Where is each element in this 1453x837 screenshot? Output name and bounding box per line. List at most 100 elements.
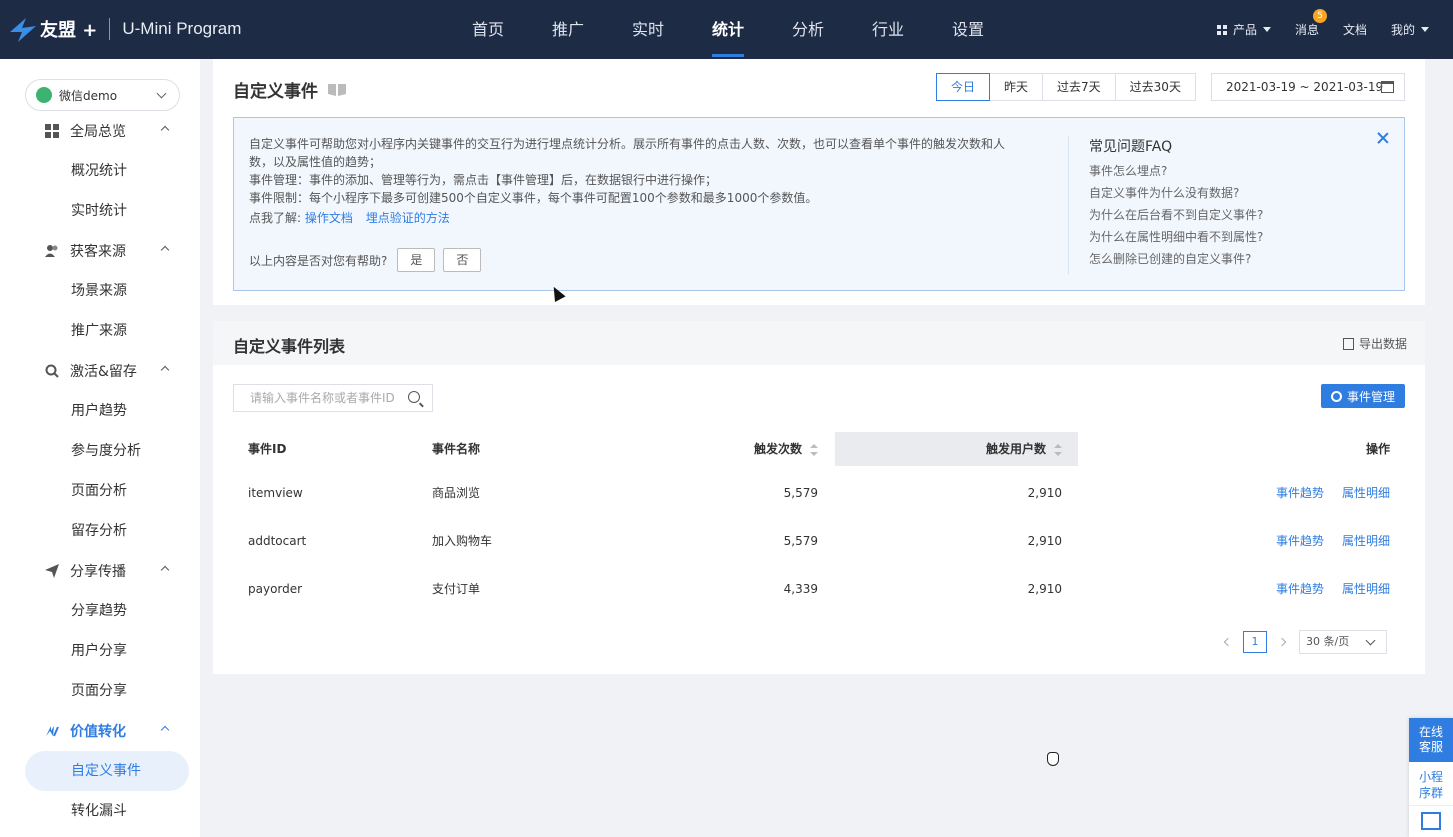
page-size-value: 30 条/页 — [1306, 635, 1350, 648]
messages-link[interactable]: 消息 5 — [1295, 9, 1327, 38]
sidebar-item-promo-source[interactable]: 推广来源 — [25, 311, 189, 351]
event-management-button[interactable]: 事件管理 — [1321, 384, 1405, 408]
event-trend-link[interactable]: 事件趋势 — [1276, 534, 1324, 548]
grid-icon — [1216, 24, 1227, 35]
column-trigger-count[interactable]: 触发次数 — [754, 432, 818, 466]
verification-method-link[interactable]: 埋点验证的方法 — [366, 211, 450, 225]
brand-name: 友盟 + — [40, 20, 98, 41]
sidebar-group-label: 分享传播 — [70, 564, 126, 580]
info-line-1: 自定义事件可帮助您对小程序内关键事件的交互行为进行埋点统计分析。展示所有事件的点… — [249, 137, 1006, 169]
row-actions: 事件趋势 属性明细 — [1258, 572, 1390, 606]
column-trigger-users-label: 触发用户数 — [985, 442, 1046, 456]
sidebar-item-page-analysis[interactable]: 页面分析 — [25, 471, 189, 511]
row-actions: 事件趋势 属性明细 — [1258, 524, 1390, 558]
chevron-left-icon[interactable] — [1223, 637, 1233, 647]
close-icon[interactable] — [1376, 131, 1390, 145]
sidebar-group-retention[interactable]: 激活&留存 — [45, 351, 185, 391]
nav-industry[interactable]: 行业 — [848, 0, 928, 59]
date-range-tabs: 今日 昨天 过去7天 过去30天 — [936, 73, 1196, 101]
event-trend-link[interactable]: 事件趋势 — [1276, 582, 1324, 596]
refresh-search-icon — [45, 364, 59, 378]
brand-logo[interactable]: 友盟 + U-Mini Program — [8, 12, 241, 46]
tab-last-30-days[interactable]: 过去30天 — [1114, 73, 1196, 101]
sort-icon[interactable] — [810, 443, 818, 456]
faq-question[interactable]: 自定义事件为什么没有数据? — [1089, 182, 1263, 204]
event-search-input[interactable]: 请输入事件名称或者事件ID — [233, 384, 433, 412]
user-menu[interactable]: 我的 — [1391, 21, 1429, 38]
page-number[interactable]: 1 — [1243, 631, 1267, 653]
no-button[interactable]: 否 — [443, 248, 482, 272]
chevron-right-icon[interactable] — [1277, 637, 1287, 647]
date-range-picker[interactable]: 2021-03-19 ~ 2021-03-19 — [1211, 73, 1405, 101]
column-trigger-count-label: 触发次数 — [753, 442, 802, 456]
faq-section: 常见问题FAQ 事件怎么埋点? 自定义事件为什么没有数据? 为什么在后台看不到自… — [1089, 136, 1263, 270]
table-header: 事件ID 事件名称 触发次数 触发用户数 操作 — [233, 432, 1405, 466]
nav-analysis[interactable]: 分析 — [768, 0, 848, 59]
sidebar-group-label: 价值转化 — [70, 724, 126, 740]
page-size-select[interactable]: 30 条/页 — [1299, 630, 1387, 654]
faq-question[interactable]: 为什么在属性明细中看不到属性? — [1089, 226, 1263, 248]
tab-yesterday[interactable]: 昨天 — [989, 73, 1044, 101]
info-description: 自定义事件可帮助您对小程序内关键事件的交互行为进行埋点统计分析。展示所有事件的点… — [249, 135, 1019, 227]
event-id: itemview — [248, 486, 303, 500]
info-box: 自定义事件可帮助您对小程序内关键事件的交互行为进行埋点统计分析。展示所有事件的点… — [233, 117, 1405, 291]
mini-program-group-button[interactable]: 小程 序群 — [1409, 762, 1453, 806]
sidebar-item-user-share[interactable]: 用户分享 — [25, 631, 189, 671]
operation-doc-link[interactable]: 操作文档 — [305, 211, 353, 225]
table-row: addtocart 加入购物车 5,579 2,910 事件趋势 属性明细 — [233, 524, 1405, 558]
docs-label: 文档 — [1342, 23, 1367, 37]
nav-home[interactable]: 首页 — [448, 0, 528, 59]
online-service-label-2: 客服 — [1418, 740, 1443, 754]
feedback-edit-icon[interactable] — [1421, 812, 1441, 830]
column-trigger-users[interactable]: 触发用户数 — [835, 432, 1078, 466]
property-detail-link[interactable]: 属性明细 — [1342, 486, 1390, 500]
sidebar-item-custom-events[interactable]: 自定义事件 — [25, 751, 189, 791]
trigger-users: 2,910 — [1027, 486, 1062, 500]
nav-realtime[interactable]: 实时 — [608, 0, 688, 59]
sidebar-item-engagement[interactable]: 参与度分析 — [25, 431, 189, 471]
event-management-label: 事件管理 — [1346, 389, 1395, 404]
online-service-label-1: 在线 — [1418, 725, 1443, 739]
sidebar-item-realtime-stats[interactable]: 实时统计 — [25, 191, 189, 231]
export-data-button[interactable]: 导出数据 — [1342, 335, 1407, 352]
sidebar-group-sharing[interactable]: 分享传播 — [45, 551, 185, 591]
sidebar-item-page-share[interactable]: 页面分享 — [25, 671, 189, 711]
sort-icon[interactable] — [1054, 443, 1062, 456]
property-detail-link[interactable]: 属性明细 — [1342, 582, 1390, 596]
property-detail-link[interactable]: 属性明细 — [1342, 534, 1390, 548]
app-selector[interactable]: 微信demo — [25, 79, 180, 111]
sidebar-item-share-trend[interactable]: 分享趋势 — [25, 591, 189, 631]
sidebar-item-funnel[interactable]: 转化漏斗 — [25, 791, 189, 831]
faq-question[interactable]: 怎么删除已创建的自定义事件? — [1089, 248, 1263, 270]
book-icon[interactable] — [328, 83, 346, 96]
products-menu[interactable]: 产品 — [1216, 21, 1271, 38]
column-event-id: 事件ID — [248, 442, 287, 456]
yes-button[interactable]: 是 — [397, 248, 436, 272]
sidebar-group-overview[interactable]: 全局总览 — [45, 111, 185, 151]
search-icon[interactable] — [408, 391, 420, 403]
event-name: 加入购物车 — [432, 534, 493, 548]
nav-settings[interactable]: 设置 — [928, 0, 1008, 59]
trigger-users: 2,910 — [1027, 534, 1062, 548]
nav-promotion[interactable]: 推广 — [528, 0, 608, 59]
product-name: U-Mini Program — [122, 19, 242, 38]
faq-question[interactable]: 为什么在后台看不到自定义事件? — [1089, 204, 1263, 226]
online-service-button[interactable]: 在线 客服 — [1409, 718, 1453, 762]
tab-last-7-days[interactable]: 过去7天 — [1042, 73, 1116, 101]
event-trend-link[interactable]: 事件趋势 — [1276, 486, 1324, 500]
export-icon — [1342, 337, 1354, 350]
sidebar-group-acquisition[interactable]: 获客来源 — [45, 231, 185, 271]
user-menu-label: 我的 — [1390, 23, 1415, 37]
docs-link[interactable]: 文档 — [1343, 21, 1367, 38]
helpful-question: 以上内容是否对您有帮助? — [249, 253, 388, 268]
faq-question[interactable]: 事件怎么埋点? — [1089, 160, 1263, 182]
sidebar-item-user-trend[interactable]: 用户趋势 — [25, 391, 189, 431]
nav-statistics[interactable]: 统计 — [688, 0, 768, 59]
sidebar-group-conversion[interactable]: 价值转化 — [45, 711, 185, 751]
search-placeholder: 请输入事件名称或者事件ID — [250, 391, 395, 405]
sidebar-item-overview-stats[interactable]: 概况统计 — [25, 151, 189, 191]
tab-today[interactable]: 今日 — [936, 73, 991, 101]
top-navigation-bar: 友盟 + U-Mini Program 首页 推广 实时 统计 分析 行业 设置… — [0, 0, 1453, 59]
sidebar-item-retention[interactable]: 留存分析 — [25, 511, 189, 551]
sidebar-item-scene-source[interactable]: 场景来源 — [25, 271, 189, 311]
